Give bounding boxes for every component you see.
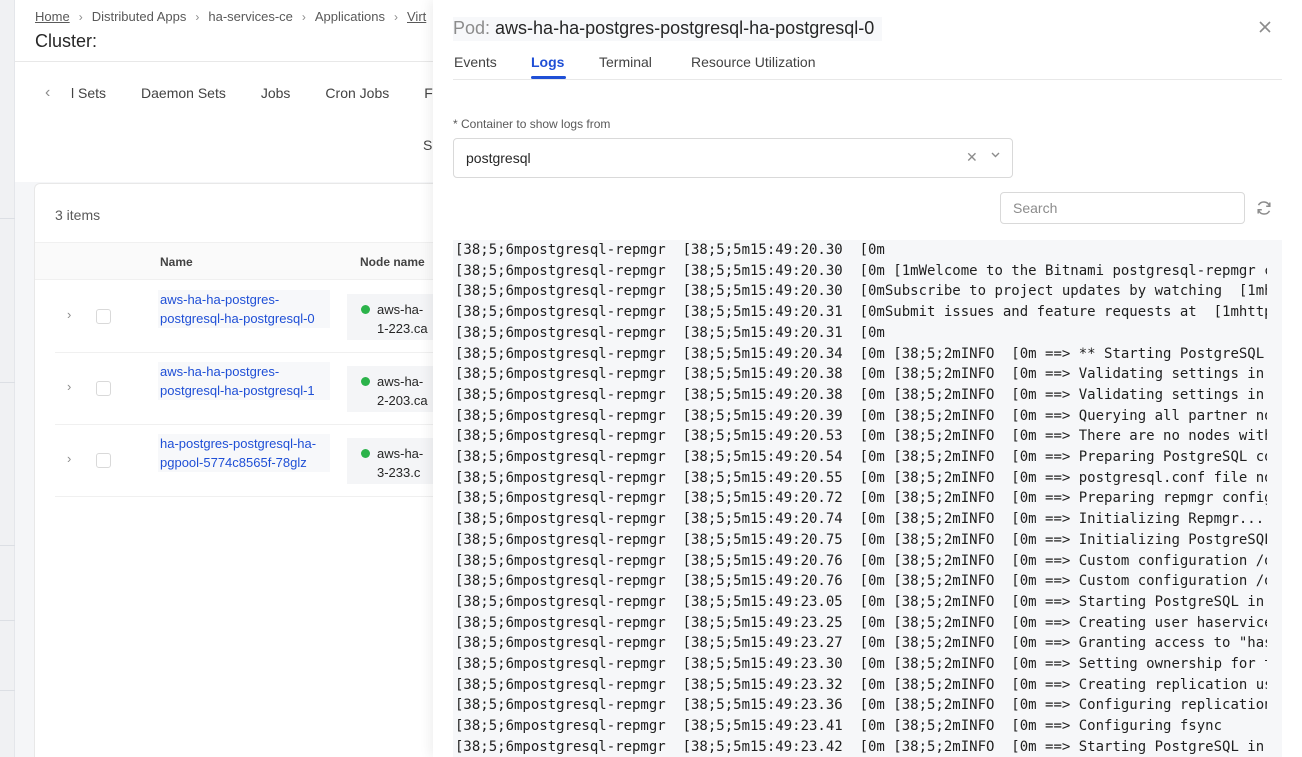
chevron-right-icon[interactable]: › <box>67 379 71 394</box>
log-line: [38;5;6mpostgresql-repmgr [38;5;5m15:49:… <box>455 304 1267 321</box>
drawer-title: Pod: aws-ha-ha-postgres-postgresql-ha-po… <box>453 17 883 41</box>
table-header: Name Node name <box>35 242 453 280</box>
tab-terminal[interactable]: Terminal <box>599 54 652 70</box>
log-line: [38;5;6mpostgresql-repmgr [38;5;5m15:49:… <box>455 242 885 258</box>
node-name: aws-ha- 2-203.ca <box>377 374 428 408</box>
log-line: [38;5;6mpostgresql-repmgr [38;5;5m15:49:… <box>455 366 1267 383</box>
log-line: [38;5;6mpostgresql-repmgr [38;5;5m15:49:… <box>455 469 1267 486</box>
page-title: Cluster: <box>35 31 98 51</box>
tab-stateful-sets[interactable]: l Sets <box>71 85 106 101</box>
log-line: [38;5;6mpostgresql-repmgr [38;5;5m15:49:… <box>455 449 1267 466</box>
log-search-input[interactable] <box>1000 192 1245 224</box>
breadcrumb-distributed-apps[interactable]: Distributed Apps <box>92 9 187 24</box>
log-line: [38;5;6mpostgresql-repmgr [38;5;5m15:49:… <box>455 676 1267 693</box>
log-line: [38;5;6mpostgresql-repmgr [38;5;5m15:49:… <box>455 345 1267 362</box>
drawer-pod-name: aws-ha-ha-postgres-postgresql-ha-postgre… <box>495 18 875 38</box>
tab-daemon-sets[interactable]: Daemon Sets <box>141 85 226 101</box>
status-dot-icon <box>361 305 370 314</box>
pod-drawer: Pod: aws-ha-ha-postgres-postgresql-ha-po… <box>433 0 1302 757</box>
log-line: [38;5;6mpostgresql-repmgr [38;5;5m15:49:… <box>455 656 1267 673</box>
node-name: aws-ha- 3-233.c <box>377 446 424 480</box>
breadcrumb-applications[interactable]: Applications <box>315 9 385 24</box>
log-line: [38;5;6mpostgresql-repmgr [38;5;5m15:49:… <box>455 697 1267 714</box>
pod-name-link[interactable]: aws-ha-ha-postgres-postgresql-ha-postgre… <box>158 362 330 400</box>
chevron-right-icon[interactable]: › <box>67 451 71 466</box>
log-line: [38;5;6mpostgresql-repmgr [38;5;5m15:49:… <box>455 511 1265 528</box>
tab-resource-utilization[interactable]: Resource Utilization <box>691 54 816 70</box>
log-line: [38;5;6mpostgresql-repmgr [38;5;5m15:49:… <box>455 718 1223 735</box>
pods-table-card: 3 items Name Node name › aws-ha-ha-postg… <box>34 183 457 757</box>
log-line: [38;5;6mpostgresql-repmgr [38;5;5m15:49:… <box>455 635 1267 652</box>
log-line: [38;5;6mpostgresql-repmgr [38;5;5m15:49:… <box>455 573 1267 590</box>
container-select-value: postgresql <box>466 150 531 166</box>
tab-partial[interactable]: F <box>424 85 433 101</box>
status-dot-icon <box>361 377 370 386</box>
node-name: aws-ha- 1-223.ca <box>377 302 428 336</box>
chevron-right-icon: › <box>301 9 306 24</box>
table-row[interactable]: › ha-postgres-postgresql-ha-pgpool-5774c… <box>55 425 457 497</box>
chevron-left-icon[interactable]: ‹ <box>45 84 59 102</box>
column-header-node-name[interactable]: Node name <box>360 255 425 269</box>
container-select[interactable]: postgresql ✕ <box>453 138 1013 178</box>
column-header-name[interactable]: Name <box>160 255 193 269</box>
chevron-right-icon: › <box>394 9 398 24</box>
tab-logs[interactable]: Logs <box>531 54 564 70</box>
chevron-down-icon[interactable] <box>990 149 1001 163</box>
log-line: [38;5;6mpostgresql-repmgr [38;5;5m15:49:… <box>455 262 1267 279</box>
row-checkbox[interactable] <box>96 453 111 468</box>
chevron-right-icon: › <box>78 9 83 24</box>
tab-jobs[interactable]: Jobs <box>261 85 291 101</box>
status-dot-icon <box>361 449 370 458</box>
breadcrumb: Home › Distributed Apps › ha-services-ce… <box>35 9 426 24</box>
refresh-icon[interactable] <box>1255 199 1273 217</box>
table-row[interactable]: › aws-ha-ha-postgres-postgresql-ha-postg… <box>55 353 457 425</box>
log-line: [38;5;6mpostgresql-repmgr [38;5;5m15:49:… <box>455 531 1267 548</box>
tab-cron-jobs[interactable]: Cron Jobs <box>325 85 389 101</box>
log-lines: [38;5;6mpostgresql-repmgr [38;5;5m15:49:… <box>455 240 1267 757</box>
log-output[interactable]: [38;5;6mpostgresql-repmgr [38;5;5m15:49:… <box>453 240 1282 757</box>
row-checkbox[interactable] <box>96 309 111 324</box>
pod-name-link[interactable]: aws-ha-ha-postgres-postgresql-ha-postgre… <box>158 290 330 328</box>
pod-name-link[interactable]: ha-postgres-postgresql-ha-pgpool-5774c85… <box>158 434 330 472</box>
log-line: [38;5;6mpostgresql-repmgr [38;5;5m15:49:… <box>455 428 1267 445</box>
close-icon[interactable] <box>1257 20 1273 36</box>
breadcrumb-project[interactable]: ha-services-ce <box>208 9 293 24</box>
drawer-tabs: Events Logs Terminal Resource Utilizatio… <box>453 52 1282 80</box>
log-line: [38;5;6mpostgresql-repmgr [38;5;5m15:49:… <box>455 490 1267 507</box>
active-tab-indicator <box>531 76 566 79</box>
chevron-right-icon: › <box>195 9 200 24</box>
tab-events[interactable]: Events <box>454 54 497 70</box>
log-line: [38;5;6mpostgresql-repmgr [38;5;5m15:49:… <box>455 386 1267 403</box>
breadcrumb-home[interactable]: Home <box>35 9 70 24</box>
workload-tabs: ‹ l Sets Daemon Sets Jobs Cron Jobs F <box>45 84 468 102</box>
drawer-title-prefix: Pod: <box>453 18 491 38</box>
left-rail <box>0 0 15 757</box>
log-line: [38;5;6mpostgresql-repmgr [38;5;5m15:49:… <box>455 324 885 341</box>
clear-icon[interactable]: ✕ <box>966 149 978 166</box>
log-line: [38;5;6mpostgresql-repmgr [38;5;5m15:49:… <box>455 614 1267 631</box>
log-line: [38;5;6mpostgresql-repmgr [38;5;5m15:49:… <box>455 407 1267 424</box>
log-line: [38;5;6mpostgresql-repmgr [38;5;5m15:49:… <box>455 593 1267 610</box>
log-line: [38;5;6mpostgresql-repmgr [38;5;5m15:49:… <box>455 552 1267 569</box>
items-count: 3 items <box>55 207 101 223</box>
table-row[interactable]: › aws-ha-ha-postgres-postgresql-ha-postg… <box>55 281 457 353</box>
container-field-label: * Container to show logs from <box>453 117 611 131</box>
row-checkbox[interactable] <box>96 381 111 396</box>
log-line: [38;5;6mpostgresql-repmgr [38;5;5m15:49:… <box>455 283 1267 300</box>
chevron-right-icon[interactable]: › <box>67 307 71 322</box>
close-icon-graphic <box>1259 21 1271 33</box>
log-line: [38;5;6mpostgresql-repmgr [38;5;5m15:49:… <box>455 738 1267 755</box>
breadcrumb-virt[interactable]: Virt <box>407 9 426 24</box>
